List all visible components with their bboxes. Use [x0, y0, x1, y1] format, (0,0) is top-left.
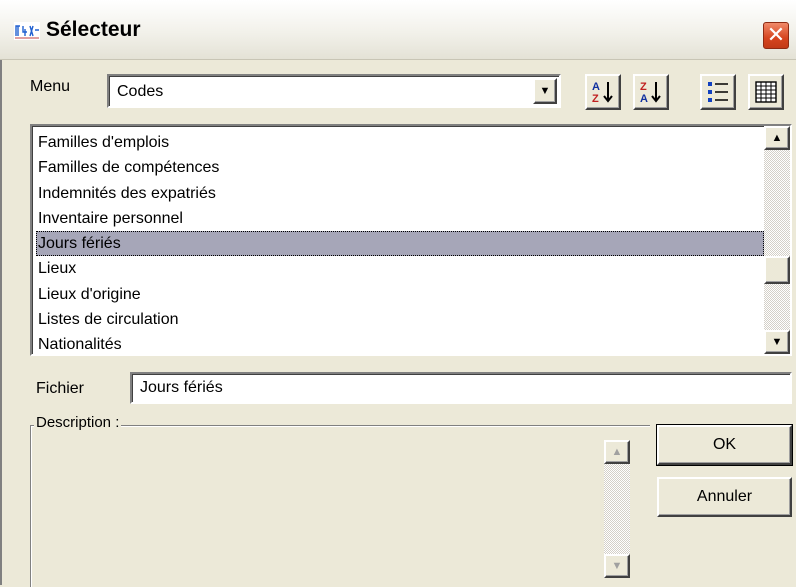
- list-item[interactable]: Lieux d'origine: [36, 282, 764, 307]
- svg-text:A: A: [592, 81, 600, 93]
- list-item[interactable]: Indemnités des expatriés: [36, 181, 764, 206]
- chevron-up-icon: ▲: [771, 132, 783, 144]
- fichier-label: Fichier: [36, 380, 85, 397]
- detail-view-button[interactable]: [748, 74, 784, 110]
- scroll-up-button[interactable]: ▲: [604, 440, 630, 464]
- app-logo-icon: [14, 22, 40, 40]
- list-item[interactable]: Familles de compétences: [36, 155, 764, 180]
- list-scrollbar[interactable]: ▲ ▼: [764, 126, 790, 354]
- chevron-down-icon: ▼: [611, 560, 623, 572]
- sort-descending-button[interactable]: Z A: [633, 74, 669, 110]
- codes-list[interactable]: Familles d'emplois Familles de compétenc…: [30, 124, 792, 356]
- ok-button[interactable]: OK: [656, 424, 793, 466]
- sort-ascending-button[interactable]: A Z: [585, 74, 621, 110]
- sort-ascending-icon: A Z: [592, 81, 613, 105]
- list-item-selected[interactable]: Jours fériés: [36, 231, 764, 257]
- chevron-down-icon: ▼: [771, 336, 783, 348]
- list-item[interactable]: Inventaire personnel: [36, 206, 764, 231]
- menu-select[interactable]: Codes ▼: [107, 74, 561, 108]
- close-icon: ✕: [766, 22, 786, 47]
- list-view-icon: [708, 82, 728, 102]
- fichier-field[interactable]: Jours fériés: [130, 372, 792, 404]
- menu-dropdown-button[interactable]: ▼: [533, 78, 557, 104]
- list-item[interactable]: Nationalités: [36, 332, 764, 354]
- svg-text:A: A: [640, 93, 648, 105]
- menu-label: Menu: [30, 78, 71, 95]
- title-bar: Sélecteur ✕: [0, 0, 796, 60]
- window-left-edge: [0, 60, 2, 585]
- scroll-thumb[interactable]: [764, 256, 790, 284]
- description-label: Description :: [34, 414, 122, 432]
- description-group: [30, 425, 650, 587]
- window-title: Sélecteur: [46, 18, 141, 41]
- scroll-down-button[interactable]: ▼: [604, 554, 630, 578]
- list-view-button[interactable]: [700, 74, 736, 110]
- scroll-down-button[interactable]: ▼: [764, 330, 790, 354]
- list-item[interactable]: Familles d'emplois: [36, 130, 764, 155]
- chevron-up-icon: ▲: [611, 446, 623, 458]
- svg-text:Z: Z: [592, 93, 599, 105]
- scroll-up-button[interactable]: ▲: [764, 126, 790, 150]
- close-button[interactable]: ✕: [763, 22, 789, 49]
- detail-view-icon: [755, 81, 777, 103]
- description-scrollbar[interactable]: ▲ ▼: [604, 440, 630, 578]
- menu-selected-value: Codes: [117, 83, 164, 100]
- chevron-down-icon: ▼: [539, 85, 551, 97]
- list-item[interactable]: Listes de circulation: [36, 307, 764, 332]
- cancel-button[interactable]: Annuler: [657, 477, 792, 517]
- sort-descending-icon: Z A: [640, 81, 661, 105]
- list-item[interactable]: Lieux: [36, 256, 764, 281]
- svg-text:Z: Z: [640, 81, 647, 93]
